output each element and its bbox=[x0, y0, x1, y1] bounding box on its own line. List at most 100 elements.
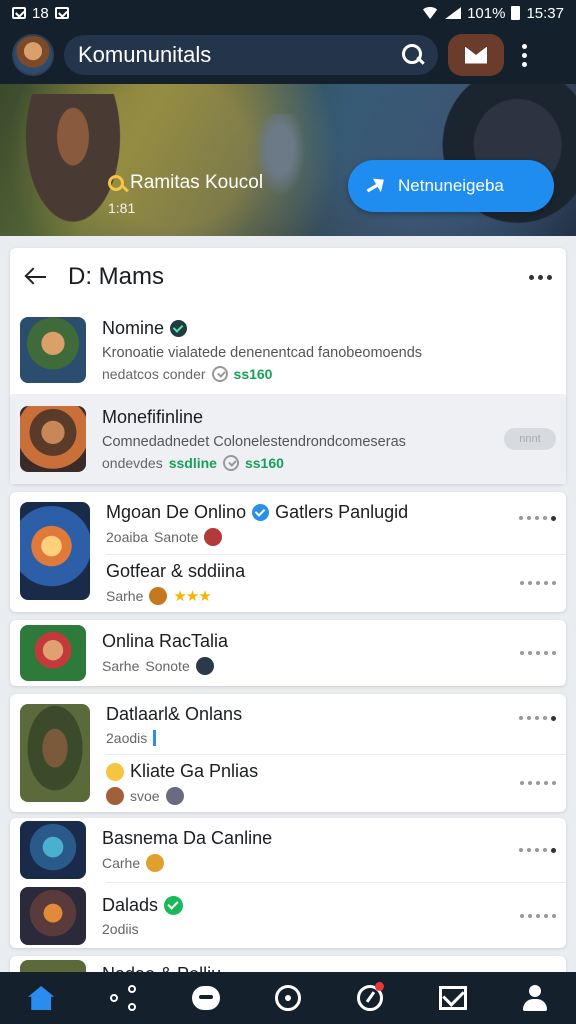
verified-icon bbox=[164, 895, 184, 915]
item-meta: 2aodis bbox=[106, 730, 148, 746]
list-item[interactable]: Nomine Kronoatie vialatede denenentcad f… bbox=[10, 306, 566, 394]
item-description: Kronoatie vialatede denenentcad fanobeom… bbox=[102, 345, 423, 361]
list-item[interactable]: Dalads 2odiis bbox=[10, 883, 566, 948]
item-meta-value: ss160 bbox=[233, 366, 273, 382]
more-options-icon[interactable] bbox=[519, 716, 556, 721]
mail-icon bbox=[465, 46, 487, 64]
badge-icon bbox=[149, 587, 168, 605]
banner-label: Ramitas Koucol bbox=[130, 172, 264, 193]
more-options-icon[interactable] bbox=[520, 781, 556, 785]
list-item[interactable]: Onlina RacTalia Sarhe Sonote bbox=[10, 620, 566, 686]
item-meta: 2oaiba bbox=[106, 529, 149, 545]
more-horiz-icon[interactable] bbox=[529, 274, 552, 280]
badge-icon bbox=[146, 854, 165, 872]
badge-icon bbox=[106, 787, 124, 805]
notification-dot bbox=[375, 982, 385, 991]
game-thumbnail bbox=[20, 886, 86, 945]
hero-banner[interactable]: Ramitas Koucol 1:81 Netnuneigeba bbox=[0, 84, 576, 236]
nav-share[interactable] bbox=[103, 978, 143, 1018]
list-item[interactable]: Gotfear & sddiina Sarhe ★★★ bbox=[10, 555, 566, 611]
item-meta: Sarhe bbox=[106, 588, 144, 604]
avatar[interactable] bbox=[12, 34, 54, 76]
more-options-icon[interactable] bbox=[520, 913, 556, 918]
home-icon bbox=[28, 986, 55, 1010]
search-icon[interactable] bbox=[402, 44, 424, 66]
status-left-text: 18 bbox=[32, 4, 49, 22]
nav-explore[interactable] bbox=[350, 978, 390, 1018]
arrow-icon bbox=[363, 174, 388, 198]
signal-icon bbox=[445, 7, 462, 19]
wifi-icon bbox=[421, 7, 440, 19]
status-bar: 18 101% 15:37 bbox=[0, 0, 576, 26]
inbox-icon bbox=[438, 986, 467, 1010]
item-action-pill[interactable]: nnnt bbox=[504, 428, 556, 450]
rating-stars: ★★★ bbox=[173, 588, 211, 605]
messages-button[interactable] bbox=[448, 34, 504, 76]
item-meta: nedatcos conder bbox=[102, 366, 206, 382]
game-thumbnail bbox=[20, 406, 86, 472]
more-options-icon[interactable] bbox=[519, 847, 556, 853]
battery-icon bbox=[511, 6, 521, 20]
status-indicator bbox=[153, 730, 157, 746]
item-meta-value-2: ss160 bbox=[244, 455, 284, 471]
nav-discover[interactable] bbox=[268, 978, 308, 1018]
banner-text: Ramitas Koucol 1:81 bbox=[108, 172, 263, 216]
nav-inbox[interactable] bbox=[433, 978, 473, 1018]
game-thumbnail bbox=[20, 317, 86, 383]
bottom-navigation bbox=[0, 972, 576, 1024]
nav-profile[interactable] bbox=[515, 978, 555, 1018]
game-card: Mgoan De Onlino Gatlers Panlugid 2oaiba … bbox=[10, 492, 566, 612]
game-card: Onlina RacTalia Sarhe Sonote bbox=[10, 620, 566, 686]
app-bar: Komununitals bbox=[0, 26, 576, 84]
verified-icon bbox=[170, 320, 188, 337]
item-title: Onlina RacTalia bbox=[102, 631, 229, 651]
game-card: Basnema Da Canline Carhe Dalads 2odiis bbox=[10, 818, 566, 948]
item-title: Kliate Ga Pnlias bbox=[130, 761, 259, 781]
list-item[interactable]: Mgoan De Onlino Gatlers Panlugid 2oaiba … bbox=[10, 492, 566, 600]
item-meta: ondevdes bbox=[102, 455, 163, 471]
item-title-secondary: Gatlers Panlugid bbox=[275, 502, 409, 522]
nav-chat[interactable] bbox=[186, 978, 226, 1018]
item-title: Dalads bbox=[102, 894, 159, 915]
app-title: Komununitals bbox=[78, 42, 212, 67]
search-bar[interactable]: Komununitals bbox=[64, 35, 438, 75]
list-item[interactable]: Basnema Da Canline Carhe bbox=[10, 818, 566, 882]
key-icon bbox=[108, 175, 124, 191]
community-panel: D: Mams Nomine Kronoatie vialatede denen… bbox=[10, 248, 566, 484]
back-arrow-icon[interactable] bbox=[24, 267, 48, 287]
list-item[interactable]: Monefifinline Comnedadnedet Colonelesten… bbox=[10, 394, 566, 484]
clock-icon bbox=[211, 366, 228, 382]
badge-icon bbox=[195, 657, 214, 675]
game-thumbnail bbox=[20, 821, 86, 879]
item-title: Datlaarl& Onlans bbox=[106, 704, 243, 724]
more-vert-icon[interactable] bbox=[522, 43, 527, 67]
list-item[interactable]: Datlaarl& Onlans 2aodis bbox=[10, 694, 566, 802]
item-meta: Carhe bbox=[102, 855, 141, 871]
item-title: Gotfear & sddiina bbox=[106, 561, 246, 581]
share-icon bbox=[110, 985, 137, 1011]
list-item[interactable]: Kliate Ga Pnlias svoe bbox=[10, 755, 566, 811]
more-options-icon[interactable] bbox=[520, 651, 556, 655]
item-title: Basnema Da Canline bbox=[102, 828, 273, 848]
item-meta-2: Sonote bbox=[145, 658, 190, 674]
badge-icon-2 bbox=[165, 787, 184, 805]
battery-percent: 101% bbox=[467, 4, 506, 22]
compass-icon bbox=[274, 985, 301, 1011]
more-options-icon[interactable] bbox=[520, 581, 556, 585]
banner-action-button[interactable]: Netnuneigeba bbox=[348, 160, 554, 212]
item-meta: svoe bbox=[130, 788, 160, 804]
item-meta-2: Sanote bbox=[154, 529, 199, 545]
clock-icon bbox=[222, 455, 239, 471]
nav-home[interactable] bbox=[21, 978, 61, 1018]
banner-sublabel: 1:81 bbox=[108, 200, 136, 216]
emoji-icon bbox=[106, 762, 124, 781]
game-thumbnail bbox=[20, 625, 86, 681]
game-card: Datlaarl& Onlans 2aodis Kliate Ga Pnlias… bbox=[10, 694, 566, 812]
more-options-icon[interactable] bbox=[519, 516, 556, 521]
item-meta: Sarhe bbox=[102, 658, 140, 674]
chat-icon bbox=[191, 986, 220, 1010]
banner-button-label: Netnuneigeba bbox=[398, 176, 504, 195]
item-meta: 2odiis bbox=[102, 920, 139, 937]
status-clock: 15:37 bbox=[526, 4, 564, 22]
profile-icon bbox=[522, 985, 548, 1011]
